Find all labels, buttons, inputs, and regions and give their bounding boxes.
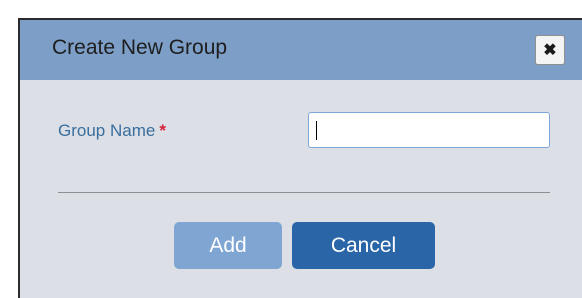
close-icon: ✖	[543, 42, 557, 59]
required-marker: *	[159, 121, 166, 140]
group-name-label: Group Name *	[58, 121, 166, 141]
group-name-input[interactable]	[308, 112, 550, 148]
close-button[interactable]: ✖	[535, 35, 565, 65]
divider	[58, 192, 550, 193]
dialog-title: Create New Group	[52, 36, 228, 59]
group-name-label-text: Group Name	[58, 121, 156, 140]
cancel-button[interactable]: Cancel	[292, 222, 435, 269]
add-button[interactable]: Add	[174, 222, 282, 269]
create-group-dialog: Create New Group ✖ Group Name * Add Cance…	[18, 18, 582, 298]
text-caret	[316, 121, 317, 140]
dialog-titlebar: Create New Group ✖	[20, 20, 582, 80]
